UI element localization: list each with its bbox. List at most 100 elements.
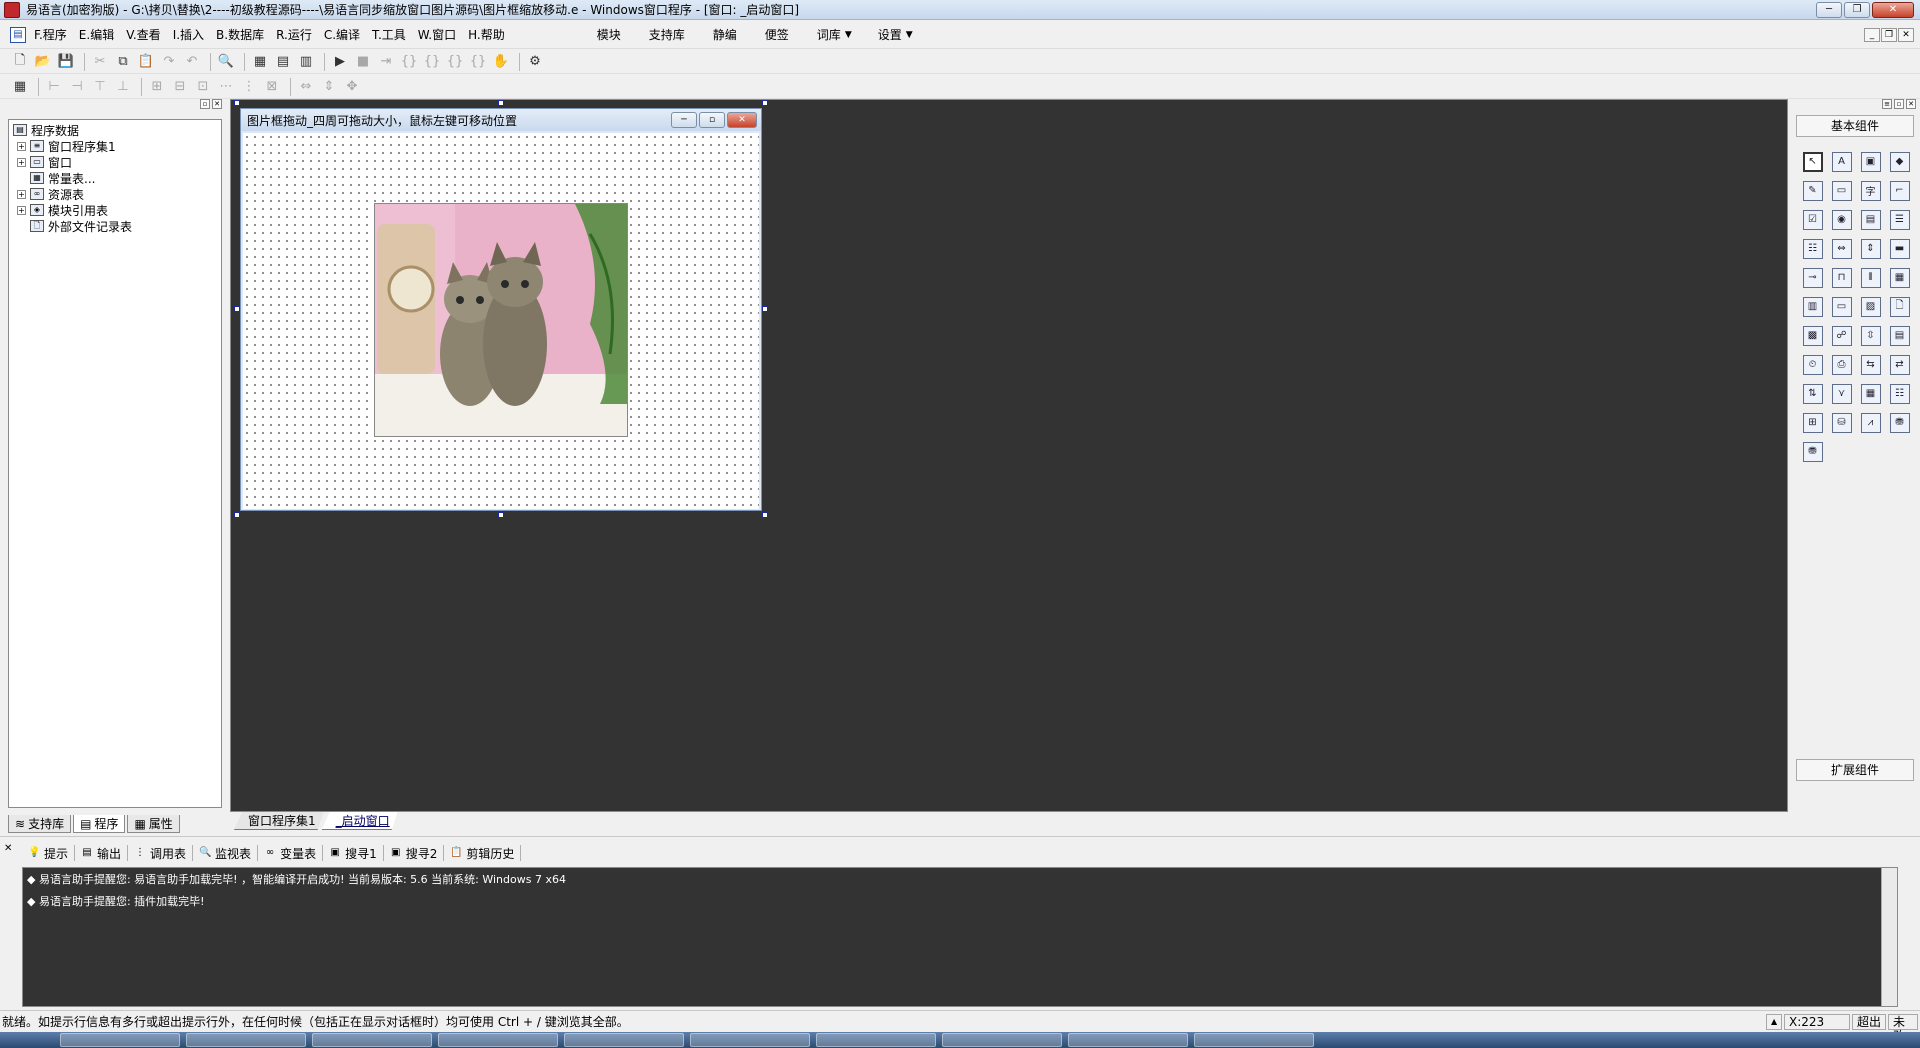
panel-float-button[interactable]: ▫ bbox=[200, 99, 210, 109]
printer-icon[interactable]: ⎙ bbox=[1827, 350, 1856, 379]
tab-hint[interactable]: 💡 提示 bbox=[22, 845, 76, 861]
chart-component-icon[interactable]: ⩘ bbox=[1856, 408, 1885, 437]
center-v-icon[interactable]: ⇕ bbox=[319, 77, 339, 97]
data-source-icon[interactable]: ☷ bbox=[1885, 379, 1914, 408]
output-text-area[interactable]: ◆ 易语言助手提醒您: 易语言助手加载完毕! ，智能编译开启成功! 当前易版本:… bbox=[22, 867, 1898, 1007]
new-file-icon[interactable]: 🗋 bbox=[10, 52, 30, 72]
db-provider-icon[interactable]: ⛁ bbox=[1827, 408, 1856, 437]
mdi-close-button[interactable]: ✕ bbox=[1898, 28, 1914, 42]
menu-database[interactable]: B.数据库 bbox=[212, 26, 272, 43]
resize-handle-sw[interactable] bbox=[234, 512, 240, 518]
find-icon[interactable]: 🔍 bbox=[216, 52, 236, 72]
taskbar-item[interactable] bbox=[816, 1033, 936, 1047]
tree-item-modules[interactable]: + ◈ 模块引用表 bbox=[13, 202, 221, 218]
resize-handle-nw[interactable] bbox=[234, 100, 240, 106]
tab-output[interactable]: ▤ 输出 bbox=[75, 845, 129, 861]
menu-run[interactable]: R.运行 bbox=[272, 26, 320, 43]
stop-icon[interactable]: ■ bbox=[353, 52, 373, 72]
menu-help[interactable]: H.帮助 bbox=[464, 26, 513, 43]
extended-components-header[interactable]: 扩展组件 bbox=[1796, 759, 1914, 781]
progress-icon[interactable]: ▬ bbox=[1885, 234, 1914, 263]
expand-icon[interactable]: + bbox=[17, 141, 26, 151]
resize-handle-ne[interactable] bbox=[762, 100, 768, 106]
menu-support-lib[interactable]: 支持库 bbox=[635, 26, 699, 43]
tree-item-resources[interactable]: + ∞ 资源表 bbox=[13, 186, 221, 202]
undo-icon[interactable]: ↶ bbox=[182, 52, 202, 72]
tree-item-class[interactable]: + ≡ 窗口程序集1 bbox=[13, 138, 221, 154]
tab-clip-history[interactable]: 📋 剪辑历史 bbox=[444, 845, 522, 861]
center-both-icon[interactable]: ✥ bbox=[342, 77, 362, 97]
menu-program[interactable]: F.程序 bbox=[30, 26, 75, 43]
resize-handle-s[interactable] bbox=[498, 512, 504, 518]
tab-call-stack[interactable]: ⋮ 调用表 bbox=[128, 845, 194, 861]
data-provider-icon[interactable]: ⊞ bbox=[1798, 408, 1827, 437]
radio-component-icon[interactable]: ◉ bbox=[1827, 205, 1856, 234]
color-box-icon[interactable]: ▩ bbox=[1798, 321, 1827, 350]
close-button[interactable]: ✕ bbox=[1872, 2, 1914, 18]
combobox-component-icon[interactable]: ▤ bbox=[1856, 205, 1885, 234]
tree-item-window[interactable]: + ▭ 窗口 bbox=[13, 154, 221, 170]
expand-icon[interactable]: + bbox=[17, 205, 26, 215]
odbc-icon[interactable]: ⛃ bbox=[1885, 408, 1914, 437]
align-top-icon[interactable]: ⊤ bbox=[90, 77, 110, 97]
timer-icon[interactable]: ⏲ bbox=[1798, 350, 1827, 379]
split-icon[interactable]: ⫴ bbox=[1856, 263, 1885, 292]
resize-handle-n[interactable] bbox=[498, 100, 504, 106]
tab-watch[interactable]: 🔍 监视表 bbox=[193, 845, 259, 861]
layout-split-icon[interactable]: ▥ bbox=[296, 52, 316, 72]
layout-window-icon[interactable]: ▦ bbox=[250, 52, 270, 72]
calendar-icon[interactable]: ▦ bbox=[1885, 263, 1914, 292]
step-out-icon[interactable]: {} bbox=[445, 52, 465, 72]
select-list-icon[interactable]: ☷ bbox=[1798, 234, 1827, 263]
listbox-component-icon[interactable]: ☰ bbox=[1885, 205, 1914, 234]
client-icon[interactable]: ⇄ bbox=[1885, 350, 1914, 379]
menu-tools[interactable]: T.工具 bbox=[368, 26, 414, 43]
grid-icon[interactable]: ▦ bbox=[10, 77, 30, 97]
pointer-tool-icon[interactable]: ↖ bbox=[1798, 147, 1827, 176]
panel-close-button[interactable]: ✕ bbox=[212, 99, 222, 109]
taskbar-item[interactable] bbox=[60, 1033, 180, 1047]
center-h-icon[interactable]: ⇔ bbox=[296, 77, 316, 97]
toolbar-component-icon[interactable]: ▤ bbox=[1885, 321, 1914, 350]
vscroll-icon[interactable]: ⇕ bbox=[1856, 234, 1885, 263]
tree-item-constants[interactable]: ▦ 常量表... bbox=[13, 170, 221, 186]
minimize-button[interactable]: ─ bbox=[1816, 2, 1842, 18]
tab-search2[interactable]: ▣ 搜寻2 bbox=[384, 845, 445, 861]
tree-item-external-files[interactable]: 🗋 外部文件记录表 bbox=[13, 218, 221, 234]
copy-icon[interactable]: ⧉ bbox=[113, 52, 133, 72]
mdi-minimize-button[interactable]: _ bbox=[1864, 28, 1880, 42]
helper-icon[interactable]: ⚙ bbox=[525, 52, 545, 72]
group-box-icon[interactable]: ▭ bbox=[1827, 176, 1856, 205]
same-size-icon[interactable]: ⊡ bbox=[193, 77, 213, 97]
slider-icon[interactable]: ⊸ bbox=[1798, 263, 1827, 292]
menu-view[interactable]: V.查看 bbox=[122, 26, 168, 43]
hand-icon[interactable]: ✋ bbox=[491, 52, 511, 72]
menu-edit[interactable]: E.编辑 bbox=[75, 26, 122, 43]
align-center-icon[interactable]: ⊣ bbox=[67, 77, 87, 97]
taskbar-item[interactable] bbox=[438, 1033, 558, 1047]
file-box-icon[interactable]: 🗋 bbox=[1885, 292, 1914, 321]
panel-close-button[interactable]: ✕ bbox=[1906, 99, 1916, 109]
cut-icon[interactable]: ✂ bbox=[90, 52, 110, 72]
redo-icon[interactable]: ↷ bbox=[159, 52, 179, 72]
menu-static-compile[interactable]: 静编 bbox=[699, 26, 751, 43]
same-height-icon[interactable]: ⊟ bbox=[170, 77, 190, 97]
open-folder-icon[interactable]: 📂 bbox=[33, 52, 53, 72]
taskbar-item[interactable] bbox=[186, 1033, 306, 1047]
tab-variables[interactable]: ∞ 变量表 bbox=[258, 845, 324, 861]
mdi-restore-button[interactable]: ❐ bbox=[1881, 28, 1897, 42]
menu-compile[interactable]: C.编译 bbox=[320, 26, 368, 43]
frame-icon[interactable]: ▭ bbox=[1827, 292, 1856, 321]
basic-components-header[interactable]: 基本组件 bbox=[1796, 115, 1914, 137]
step-over-icon[interactable]: {} bbox=[422, 52, 442, 72]
date-box-icon[interactable]: ▥ bbox=[1798, 292, 1827, 321]
design-maximize-button[interactable]: ▫ bbox=[699, 112, 725, 128]
tab-startup-window[interactable]: _启动窗口 bbox=[322, 812, 398, 830]
menu-window[interactable]: W.窗口 bbox=[414, 26, 464, 43]
resize-handle-e[interactable] bbox=[762, 306, 768, 312]
design-minimize-button[interactable]: ─ bbox=[671, 112, 697, 128]
line-component-icon[interactable]: ⌐ bbox=[1885, 176, 1914, 205]
text-component-icon[interactable]: 字 bbox=[1856, 176, 1885, 205]
menu-module[interactable]: 模块 bbox=[583, 26, 635, 43]
taskbar-item[interactable] bbox=[1194, 1033, 1314, 1047]
